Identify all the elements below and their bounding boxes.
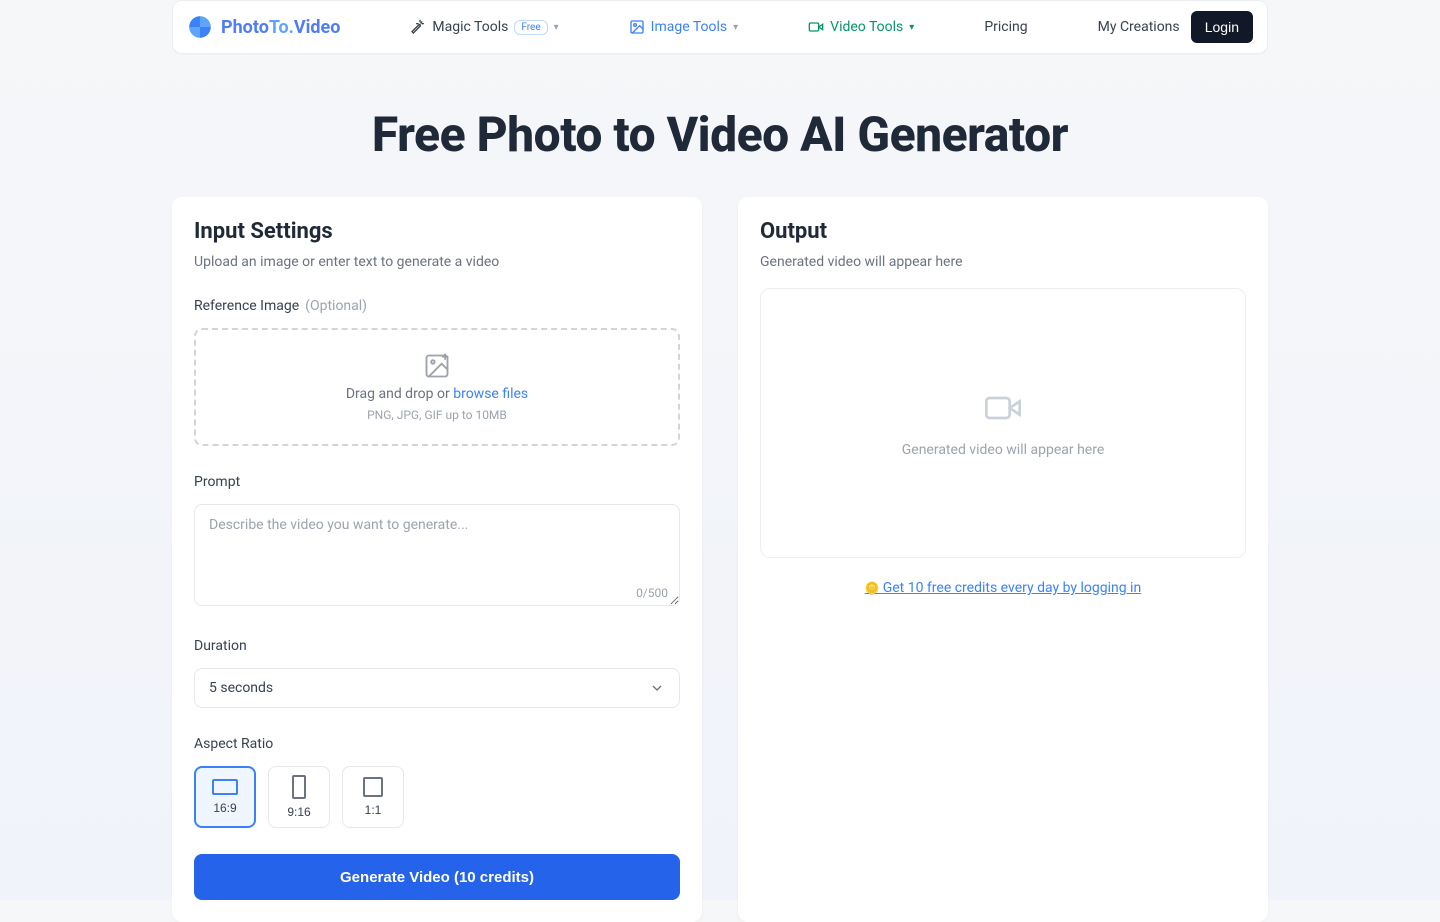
nav-item-label: Video Tools [830,19,903,35]
logo-text: PhotoTo.Video [221,17,340,38]
image-icon [629,19,645,35]
input-subtitle: Upload an image or enter text to generat… [194,254,680,270]
nav-item-label: Image Tools [651,19,727,35]
output-heading: Output [760,219,1246,244]
dropzone-text: Drag and drop or browse files [346,386,528,402]
aspect-16-9[interactable]: 16:9 [194,766,256,828]
aspect-1-1[interactable]: 1:1 [342,766,404,828]
nav-pricing[interactable]: Pricing [984,19,1027,35]
duration-label: Duration [194,638,680,654]
nav-item-label: My Creations [1098,19,1180,35]
generate-button[interactable]: Generate Video (10 credits) [194,854,680,900]
reference-image-label: Reference Image (Optional) [194,298,680,314]
dropzone-hint: PNG, JPG, GIF up to 10MB [367,408,507,422]
chevron-down-icon: ▾ [554,22,559,33]
logo-icon [187,14,213,40]
video-icon [983,388,1023,428]
nav-video-tools[interactable]: Video Tools ▾ [808,19,914,35]
credits-login-link[interactable]: Get 10 free credits every day by logging… [760,580,1246,596]
top-nav: PhotoTo.Video Magic Tools Free ▾ Image T… [172,0,1268,54]
aspect-shape-icon [212,779,238,795]
aspect-9-16[interactable]: 9:16 [268,766,330,828]
chevron-down-icon: ▾ [733,22,738,33]
login-button[interactable]: Login [1191,11,1253,43]
nav-magic-tools[interactable]: Magic Tools Free ▾ [410,19,558,35]
output-placeholder-box: Generated video will appear here [760,288,1246,558]
chevron-down-icon: ▾ [909,22,914,33]
nav-my-creations[interactable]: My Creations [1098,19,1180,35]
duration-select[interactable]: 5 seconds [194,668,680,708]
nav-image-tools[interactable]: Image Tools ▾ [629,19,739,35]
video-icon [808,19,824,35]
image-dropzone[interactable]: Drag and drop or browse files PNG, JPG, … [194,328,680,446]
output-placeholder-text: Generated video will appear here [902,442,1105,458]
prompt-input[interactable] [194,504,680,606]
image-upload-icon [423,352,451,380]
browse-files-link[interactable]: browse files [453,386,528,402]
nav-item-label: Magic Tools [432,19,508,35]
prompt-counter: 0/500 [636,586,668,600]
aspect-shape-icon [292,775,306,799]
page-title: Free Photo to Video AI Generator [172,106,1268,163]
nav-menu: Magic Tools Free ▾ Image Tools ▾ Video T… [410,19,1179,35]
prompt-label: Prompt [194,474,680,490]
output-card: Output Generated video will appear here … [738,197,1268,922]
free-badge: Free [514,20,547,35]
aspect-shape-icon [363,777,383,797]
input-settings-card: Input Settings Upload an image or enter … [172,197,702,922]
output-subtitle: Generated video will appear here [760,254,1246,270]
chevron-down-icon [649,680,665,696]
logo[interactable]: PhotoTo.Video [187,14,340,40]
duration-value: 5 seconds [209,680,273,696]
wand-icon [410,19,426,35]
aspect-ratio-label: Aspect Ratio [194,736,680,752]
nav-item-label: Pricing [984,19,1027,35]
input-heading: Input Settings [194,219,680,244]
